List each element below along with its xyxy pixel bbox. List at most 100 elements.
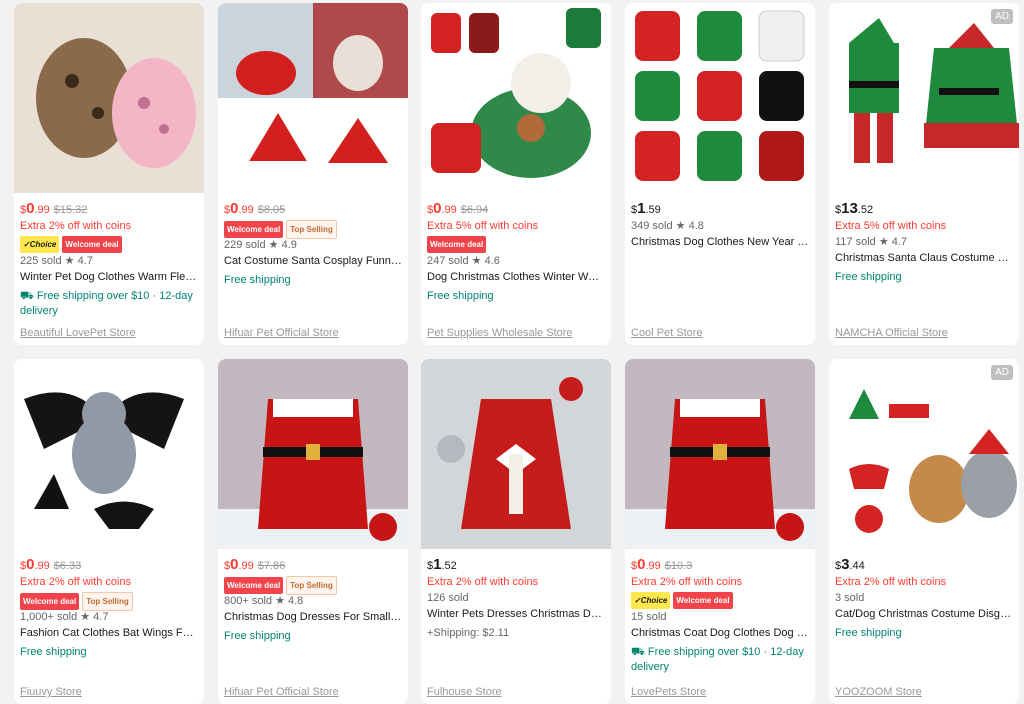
tag-badge: Welcome deal <box>20 593 80 610</box>
coins-discount: Extra 2% off with coins <box>631 576 743 588</box>
product-card[interactable]: $1.59 349 sold ★ 4.8 Christmas Dog Clothes… <box>625 3 815 345</box>
shipping-info: +Shipping: $2.11 <box>427 627 510 639</box>
product-image[interactable] <box>14 359 204 549</box>
shipping-info: Free shipping <box>835 627 902 639</box>
rating: ★ 4.6 <box>471 255 500 267</box>
coins-discount: Extra 2% off with coins <box>835 576 947 588</box>
product-image[interactable] <box>421 359 611 549</box>
sold-count: 349 sold ★ 4.8 <box>631 220 704 232</box>
sold-count: 3 sold <box>835 592 865 604</box>
tag-row: Welcome deal Top Selling <box>224 576 402 595</box>
truck-icon: ⛟ <box>20 290 37 302</box>
product-title[interactable]: Cat/Dog Christmas Costume Disgu... <box>835 607 1013 624</box>
price-row: $0.99 $7.86 <box>224 557 402 575</box>
price-row: $1.52 <box>427 557 605 575</box>
store-link[interactable]: LovePets Store <box>631 686 706 698</box>
coins-discount: Extra 2% off with coins <box>20 576 132 588</box>
product-title[interactable]: Fashion Cat Clothes Bat Wings Fun... <box>20 626 198 643</box>
price: $0.99 <box>224 200 254 217</box>
sold-count: 117 sold ★ 4.7 <box>835 236 908 248</box>
coins-discount: Extra 2% off with coins <box>427 576 539 588</box>
price: $3.44 <box>835 556 865 573</box>
sold-count: 15 sold <box>631 611 667 623</box>
store-link[interactable]: YOOZOOM Store <box>835 686 922 698</box>
price-row: $13.52 <box>835 201 1013 219</box>
original-price: $10.3 <box>664 560 693 572</box>
price-row: $0.99 $6.94 <box>427 201 605 219</box>
tag-row: ✓Choice Welcome deal <box>20 236 198 253</box>
product-card[interactable]: $0.99 $15.32 Extra 2% off with coins ✓Choic… <box>14 3 204 345</box>
product-card[interactable]: $0.99 $6.94 Extra 5% off with coins Welcome… <box>421 3 611 345</box>
tag-badge: ✓Choice <box>631 592 671 609</box>
price-row: $0.99 $10.3 <box>631 557 809 575</box>
product-grid: $0.99 $15.32 Extra 2% off with coins ✓Choic… <box>0 0 1024 704</box>
product-image[interactable]: AD <box>829 359 1019 549</box>
store-link[interactable]: Hifuar Pet Official Store <box>224 327 339 339</box>
original-price: $15.32 <box>53 204 88 216</box>
product-card[interactable]: AD $13.52 Extra 5% off with coins 117 sold … <box>829 3 1019 345</box>
tag-row: Welcome deal Top Selling <box>224 220 402 239</box>
store-link[interactable]: Fiuuvy Store <box>20 686 82 698</box>
price-row: $1.59 <box>631 201 809 219</box>
shipping-info: Free shipping <box>224 630 291 642</box>
product-image[interactable] <box>14 3 204 193</box>
shipping-info: Free shipping <box>835 271 902 283</box>
tag-badge: Welcome deal <box>224 577 284 594</box>
price: $13.52 <box>835 200 874 217</box>
shipping-info: Free shipping <box>427 290 494 302</box>
store-link[interactable]: Cool Pet Store <box>631 327 703 339</box>
shipping-info: ⛟ Free shipping over $10 · 12-day delive… <box>20 290 193 317</box>
store-link[interactable]: Fulhouse Store <box>427 686 502 698</box>
sold-count: 1,000+ sold ★ 4.7 <box>20 611 109 623</box>
product-image[interactable] <box>421 3 611 193</box>
product-title[interactable]: Dog Christmas Clothes Winter War... <box>427 270 605 287</box>
product-card[interactable]: $1.52 Extra 2% off with coins 126 sold Wint… <box>421 359 611 704</box>
sold-count: 225 sold ★ 4.7 <box>20 255 93 267</box>
store-link[interactable]: Pet Supplies Wholesale Store <box>427 327 573 339</box>
product-title[interactable]: Christmas Dog Clothes New Year P... <box>631 235 809 252</box>
price: $0.99 <box>224 556 254 573</box>
tag-badge: ✓Choice <box>20 236 60 253</box>
price-row: $0.99 $8.05 <box>224 201 402 219</box>
price-row: $0.99 $15.32 <box>20 201 198 219</box>
product-card[interactable]: AD $3.44 Extra 2% off with coins 3 sold Cat/… <box>829 359 1019 704</box>
tag-badge: Top Selling <box>286 220 337 239</box>
original-price: $6.94 <box>460 204 489 216</box>
coins-discount: Extra 5% off with coins <box>835 220 947 232</box>
rating: ★ 4.7 <box>80 611 109 623</box>
sold-count: 247 sold ★ 4.6 <box>427 255 500 267</box>
store-link[interactable]: Beautiful LovePet Store <box>20 327 136 339</box>
product-title[interactable]: Christmas Santa Claus Costume Gr... <box>835 251 1013 268</box>
tag-badge: Welcome deal <box>673 592 733 609</box>
product-title[interactable]: Christmas Coat Dog Clothes Dog D... <box>631 626 809 643</box>
ad-badge: AD <box>991 365 1013 380</box>
product-image[interactable] <box>218 3 408 193</box>
price: $0.99 <box>20 200 50 217</box>
product-image[interactable] <box>625 359 815 549</box>
product-image[interactable] <box>625 3 815 193</box>
price: $0.99 <box>631 556 661 573</box>
product-card[interactable]: $0.99 $7.86 Welcome deal Top Selling 800+ so… <box>218 359 408 704</box>
store-link[interactable]: Hifuar Pet Official Store <box>224 686 339 698</box>
product-card[interactable]: $0.99 $10.3 Extra 2% off with coins ✓Choice… <box>625 359 815 704</box>
product-title[interactable]: Winter Pet Dog Clothes Warm Fleece... <box>20 270 198 287</box>
ad-badge: AD <box>991 9 1013 24</box>
product-title[interactable]: Christmas Dog Dresses For Small ... <box>224 610 402 627</box>
rating: ★ 4.8 <box>675 220 704 232</box>
tag-row: Welcome deal <box>427 236 605 253</box>
price: $0.99 <box>427 200 457 217</box>
sold-count: 229 sold ★ 4.9 <box>224 239 297 251</box>
price-row: $3.44 <box>835 557 1013 575</box>
tag-row: ✓Choice Welcome deal <box>631 592 809 609</box>
product-card[interactable]: $0.99 $8.05 Welcome deal Top Selling 229 sol… <box>218 3 408 345</box>
product-card[interactable]: $0.99 $6.33 Extra 2% off with coins Welcome… <box>14 359 204 704</box>
tag-badge: Top Selling <box>286 576 337 595</box>
product-title[interactable]: Cat Costume Santa Cosplay Funny ... <box>224 254 402 271</box>
product-image[interactable] <box>218 359 408 549</box>
store-link[interactable]: NAMCHA Official Store <box>835 327 948 339</box>
price: $1.59 <box>631 200 661 217</box>
product-title[interactable]: Winter Pets Dresses Christmas Do... <box>427 607 605 624</box>
product-image[interactable]: AD <box>829 3 1019 193</box>
shipping-info: ⛟ Free shipping over $10 · 12-day delive… <box>631 646 804 673</box>
tag-badge: Top Selling <box>82 592 133 611</box>
